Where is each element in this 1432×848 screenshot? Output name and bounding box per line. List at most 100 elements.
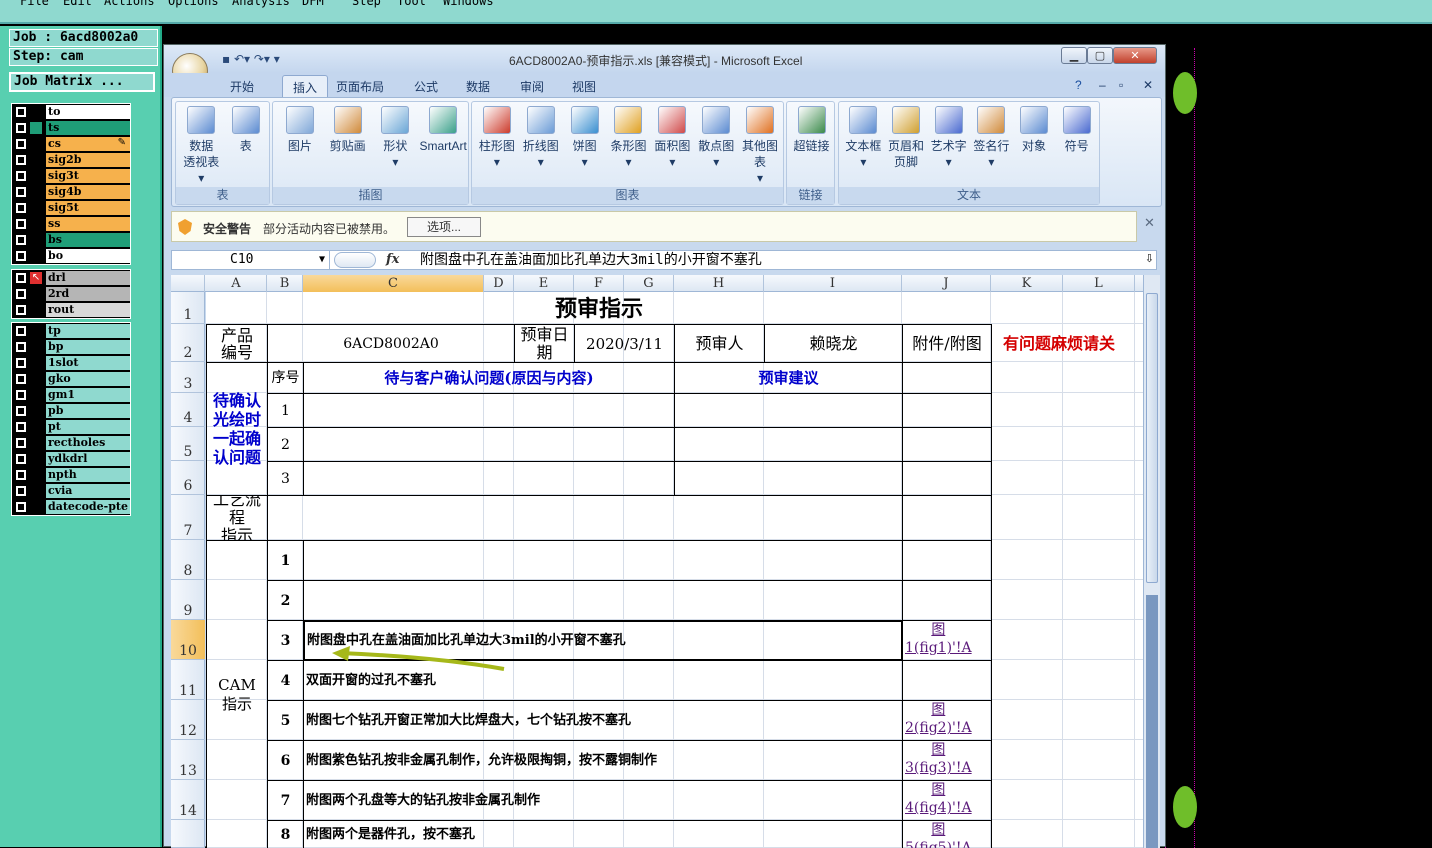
layer-row[interactable]: gm1 bbox=[12, 387, 130, 403]
layer-row[interactable]: 2rd bbox=[12, 286, 130, 302]
layer-checkbox[interactable] bbox=[16, 486, 26, 496]
reviewer-label[interactable]: 预审人 bbox=[674, 324, 765, 363]
confirm-header[interactable]: 待与客户确认问题(原因与内容) bbox=[303, 362, 675, 394]
pivot-table-button[interactable]: 数据 透视表 ▾ bbox=[179, 106, 224, 186]
layer-checkbox[interactable] bbox=[16, 358, 26, 368]
tab-home[interactable]: 开始 bbox=[230, 78, 254, 95]
date-label[interactable]: 预审日期 bbox=[514, 324, 575, 363]
row-header[interactable]: 8 bbox=[171, 540, 205, 580]
layer-row[interactable]: ss bbox=[12, 216, 130, 232]
layer-row[interactable]: gko bbox=[12, 371, 130, 387]
layer-checkbox[interactable] bbox=[16, 251, 26, 261]
ribbon-restore-icon[interactable]: ▫ bbox=[1119, 78, 1123, 92]
cam-item-text[interactable]: 附图七个钻孔开窗正常加大比焊盘大，七个钻孔按不塞孔 bbox=[303, 700, 903, 741]
formula-bar-expander[interactable] bbox=[334, 252, 376, 268]
cam-menu-item[interactable]: File bbox=[20, 0, 49, 8]
attachment-link[interactable] bbox=[902, 580, 992, 621]
process-label[interactable]: 工艺流程 指示 bbox=[206, 495, 268, 541]
shapes-button[interactable]: 形状 ▾ bbox=[372, 106, 420, 170]
cam-menu-item[interactable]: DFM bbox=[302, 0, 324, 8]
confirm-seq[interactable]: 3 bbox=[267, 461, 304, 496]
layer-checkbox[interactable] bbox=[16, 273, 26, 283]
column-header-C[interactable]: C bbox=[303, 275, 484, 292]
suggest-content[interactable] bbox=[674, 427, 903, 462]
bar-chart-button[interactable]: 条形图 ▾ bbox=[607, 106, 651, 170]
cam-seq[interactable]: 8 bbox=[267, 820, 304, 848]
signature-button[interactable]: 签名行 ▾ bbox=[970, 106, 1013, 170]
column-header-K[interactable]: K bbox=[991, 275, 1063, 292]
tab-formulas[interactable]: 公式 bbox=[414, 78, 438, 95]
row-header[interactable]: 10 bbox=[171, 620, 205, 660]
hyperlink-button[interactable]: 超链接 bbox=[790, 106, 833, 154]
column-header-A[interactable]: A bbox=[206, 275, 267, 292]
layer-checkbox[interactable] bbox=[16, 422, 26, 432]
layer-checkbox[interactable] bbox=[16, 219, 26, 229]
cam-seq[interactable]: 1 bbox=[267, 540, 304, 581]
layer-checkbox[interactable] bbox=[16, 187, 26, 197]
layer-checkbox[interactable] bbox=[16, 390, 26, 400]
cam-item-text[interactable] bbox=[303, 540, 903, 581]
cam-item-text[interactable]: 附图两个孔盘等大的钻孔按非金属孔制作 bbox=[303, 780, 903, 821]
layer-row[interactable]: ↖ drl bbox=[12, 270, 130, 286]
ribbon-close-icon[interactable]: ✕ bbox=[1143, 78, 1153, 92]
attachment-link[interactable]: 图 2(fig2)'!A bbox=[902, 700, 992, 741]
header-footer-button[interactable]: 页眉和 页脚 bbox=[885, 106, 928, 170]
confirm-content[interactable] bbox=[303, 393, 675, 428]
table-button[interactable]: 表 bbox=[224, 106, 269, 154]
layer-checkbox[interactable] bbox=[16, 139, 26, 149]
attachment-link[interactable] bbox=[902, 660, 992, 701]
suggest-content[interactable] bbox=[674, 461, 903, 496]
maximize-button[interactable]: ▢ bbox=[1087, 47, 1113, 64]
close-security-icon[interactable]: ✕ bbox=[1144, 215, 1155, 231]
scroll-thumb[interactable] bbox=[1146, 293, 1158, 583]
column-header-L[interactable]: L bbox=[1063, 275, 1135, 292]
reviewer-value[interactable]: 赖晓龙 bbox=[764, 324, 903, 363]
customize-qat-icon[interactable]: ▾ bbox=[274, 52, 280, 66]
vertical-scrollbar[interactable] bbox=[1143, 275, 1160, 848]
area-chart-button[interactable]: 面积图 ▾ bbox=[650, 106, 694, 170]
layer-checkbox[interactable] bbox=[16, 123, 26, 133]
cam-seq[interactable]: 2 bbox=[267, 580, 304, 621]
tab-review[interactable]: 审阅 bbox=[520, 78, 544, 95]
attachment-link[interactable] bbox=[902, 540, 992, 581]
textbox-button[interactable]: 文本框 ▾ bbox=[842, 106, 885, 170]
object-button[interactable]: 对象 bbox=[1013, 106, 1056, 154]
attachment-cell[interactable] bbox=[902, 393, 992, 428]
tab-page-layout[interactable]: 页面布局 bbox=[336, 78, 384, 95]
layer-checkbox[interactable] bbox=[16, 107, 26, 117]
layer-row[interactable]: bs bbox=[12, 232, 130, 248]
layer-checkbox[interactable] bbox=[16, 235, 26, 245]
confirm-seq[interactable]: 1 bbox=[267, 393, 304, 428]
cam-item-text[interactable]: 附图两个是器件孔，按不塞孔 bbox=[303, 820, 903, 848]
attachment-cell[interactable] bbox=[902, 362, 992, 394]
column-header-B[interactable]: B bbox=[267, 275, 303, 292]
column-header-H[interactable]: H bbox=[674, 275, 764, 292]
layer-row[interactable]: bo bbox=[12, 248, 130, 264]
attachment-link[interactable]: 图 5(fig5)'!A bbox=[902, 820, 992, 848]
layer-checkbox[interactable] bbox=[16, 326, 26, 336]
layer-row[interactable]: pt bbox=[12, 419, 130, 435]
layer-row[interactable]: sig5t bbox=[12, 200, 130, 216]
layer-row[interactable]: sig4b bbox=[12, 184, 130, 200]
row-header[interactable] bbox=[171, 820, 205, 848]
layer-checkbox[interactable] bbox=[16, 406, 26, 416]
layer-row[interactable]: ts bbox=[12, 120, 130, 136]
redo-icon[interactable]: ↷▾ bbox=[254, 52, 270, 66]
cam-seq[interactable]: 5 bbox=[267, 700, 304, 741]
attachment-cell[interactable] bbox=[902, 427, 992, 462]
tab-insert[interactable]: 插入 bbox=[282, 75, 329, 99]
save-icon[interactable]: ▪ bbox=[222, 52, 230, 66]
cam-graphics-area[interactable] bbox=[1165, 26, 1432, 848]
line-chart-button[interactable]: 折线图 ▾ bbox=[519, 106, 563, 170]
column-header-E[interactable]: E bbox=[514, 275, 574, 292]
suggest-content[interactable] bbox=[674, 393, 903, 428]
undo-icon[interactable]: ↶▾ bbox=[234, 52, 250, 66]
minimize-button[interactable]: ▁ bbox=[1061, 47, 1087, 64]
cam-menu-item[interactable]: Options bbox=[168, 0, 219, 8]
row-header[interactable]: 5 bbox=[171, 427, 205, 461]
confirm-content[interactable] bbox=[303, 427, 675, 462]
layer-checkbox[interactable] bbox=[16, 305, 26, 315]
seq-label[interactable]: 序号 bbox=[267, 362, 304, 394]
row-header[interactable]: 9 bbox=[171, 580, 205, 620]
layer-row[interactable]: rout bbox=[12, 302, 130, 318]
